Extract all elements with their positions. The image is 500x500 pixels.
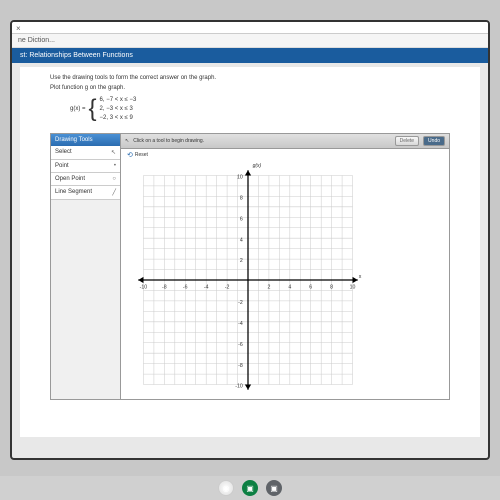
tool-select[interactable]: Select↖ xyxy=(51,146,120,160)
svg-text:4: 4 xyxy=(288,284,291,290)
tool-area: Drawing Tools Select↖ Point• Open Point○… xyxy=(50,133,450,400)
svg-text:-2: -2 xyxy=(238,300,243,306)
svg-text:-4: -4 xyxy=(238,321,243,327)
svg-text:2: 2 xyxy=(267,284,270,290)
open-point-icon: ○ xyxy=(112,176,116,182)
piecewise-function: g(x) = { 6, −7 < x ≤ −3 2, −3 < x ≤ 3 −2… xyxy=(70,95,450,123)
close-icon[interactable]: × xyxy=(16,24,21,33)
svg-text:-10: -10 xyxy=(140,284,148,290)
svg-text:8: 8 xyxy=(240,196,243,202)
svg-text:8: 8 xyxy=(330,284,333,290)
undo-button[interactable]: Undo xyxy=(423,136,445,146)
y-axis-label: g(x) xyxy=(253,163,262,169)
browser-tab-bar: × xyxy=(12,22,488,34)
hint-text: Click on a tool to begin drawing. xyxy=(133,138,390,144)
svg-text:-10: -10 xyxy=(235,384,243,390)
cursor-icon: ↖ xyxy=(125,138,129,144)
reset-button[interactable]: Reset xyxy=(135,152,148,158)
content-area: Use the drawing tools to form the correc… xyxy=(20,67,480,437)
svg-text:x: x xyxy=(359,274,362,280)
brace-icon: { xyxy=(89,95,97,123)
taskbar: ◉ ▣ ▣ xyxy=(0,476,500,500)
svg-text:10: 10 xyxy=(350,284,356,290)
reset-icon: ⟲ xyxy=(127,151,133,159)
svg-text:-6: -6 xyxy=(183,284,188,290)
app-icon-3[interactable]: ▣ xyxy=(266,480,282,496)
svg-text:-2: -2 xyxy=(225,284,230,290)
lesson-title: st: Relationships Between Functions xyxy=(20,52,133,59)
case-2: 2, −3 < x ≤ 3 xyxy=(100,105,137,114)
segment-icon: ╱ xyxy=(112,189,116,196)
case-1: 6, −7 < x ≤ −3 xyxy=(100,96,137,105)
graph-panel: ↖ Click on a tool to begin drawing. Dele… xyxy=(121,134,449,399)
point-icon: • xyxy=(114,163,116,169)
tools-header: Drawing Tools xyxy=(51,134,120,146)
svg-text:-8: -8 xyxy=(238,363,243,369)
svg-text:6: 6 xyxy=(240,216,243,222)
app-icon-2[interactable]: ▣ xyxy=(242,480,258,496)
svg-text:6: 6 xyxy=(309,284,312,290)
svg-text:-8: -8 xyxy=(162,284,167,290)
coordinate-plane[interactable]: g(x) xyxy=(133,165,363,395)
tool-open-point[interactable]: Open Point○ xyxy=(51,173,120,186)
delete-button[interactable]: Delete xyxy=(395,136,419,146)
tab-title: ne Diction... xyxy=(12,34,488,48)
plot-instruction: Plot function g on the graph. xyxy=(50,85,450,91)
tool-point[interactable]: Point• xyxy=(51,160,120,173)
svg-text:-4: -4 xyxy=(204,284,209,290)
svg-text:-6: -6 xyxy=(238,342,243,348)
lesson-header: st: Relationships Between Functions xyxy=(12,48,488,63)
case-3: −2, 3 < x ≤ 9 xyxy=(100,114,137,123)
svg-text:2: 2 xyxy=(240,258,243,264)
instruction-text: Use the drawing tools to form the correc… xyxy=(50,75,450,81)
panel-toolbar: ↖ Click on a tool to begin drawing. Dele… xyxy=(121,134,449,149)
function-name: g(x) = xyxy=(70,106,86,112)
svg-text:10: 10 xyxy=(237,175,243,181)
tool-line-segment[interactable]: Line Segment╱ xyxy=(51,186,120,200)
chrome-icon[interactable]: ◉ xyxy=(218,480,234,496)
tools-sidebar: Drawing Tools Select↖ Point• Open Point○… xyxy=(51,134,121,399)
select-icon: ↖ xyxy=(111,149,116,156)
svg-text:4: 4 xyxy=(240,237,243,243)
